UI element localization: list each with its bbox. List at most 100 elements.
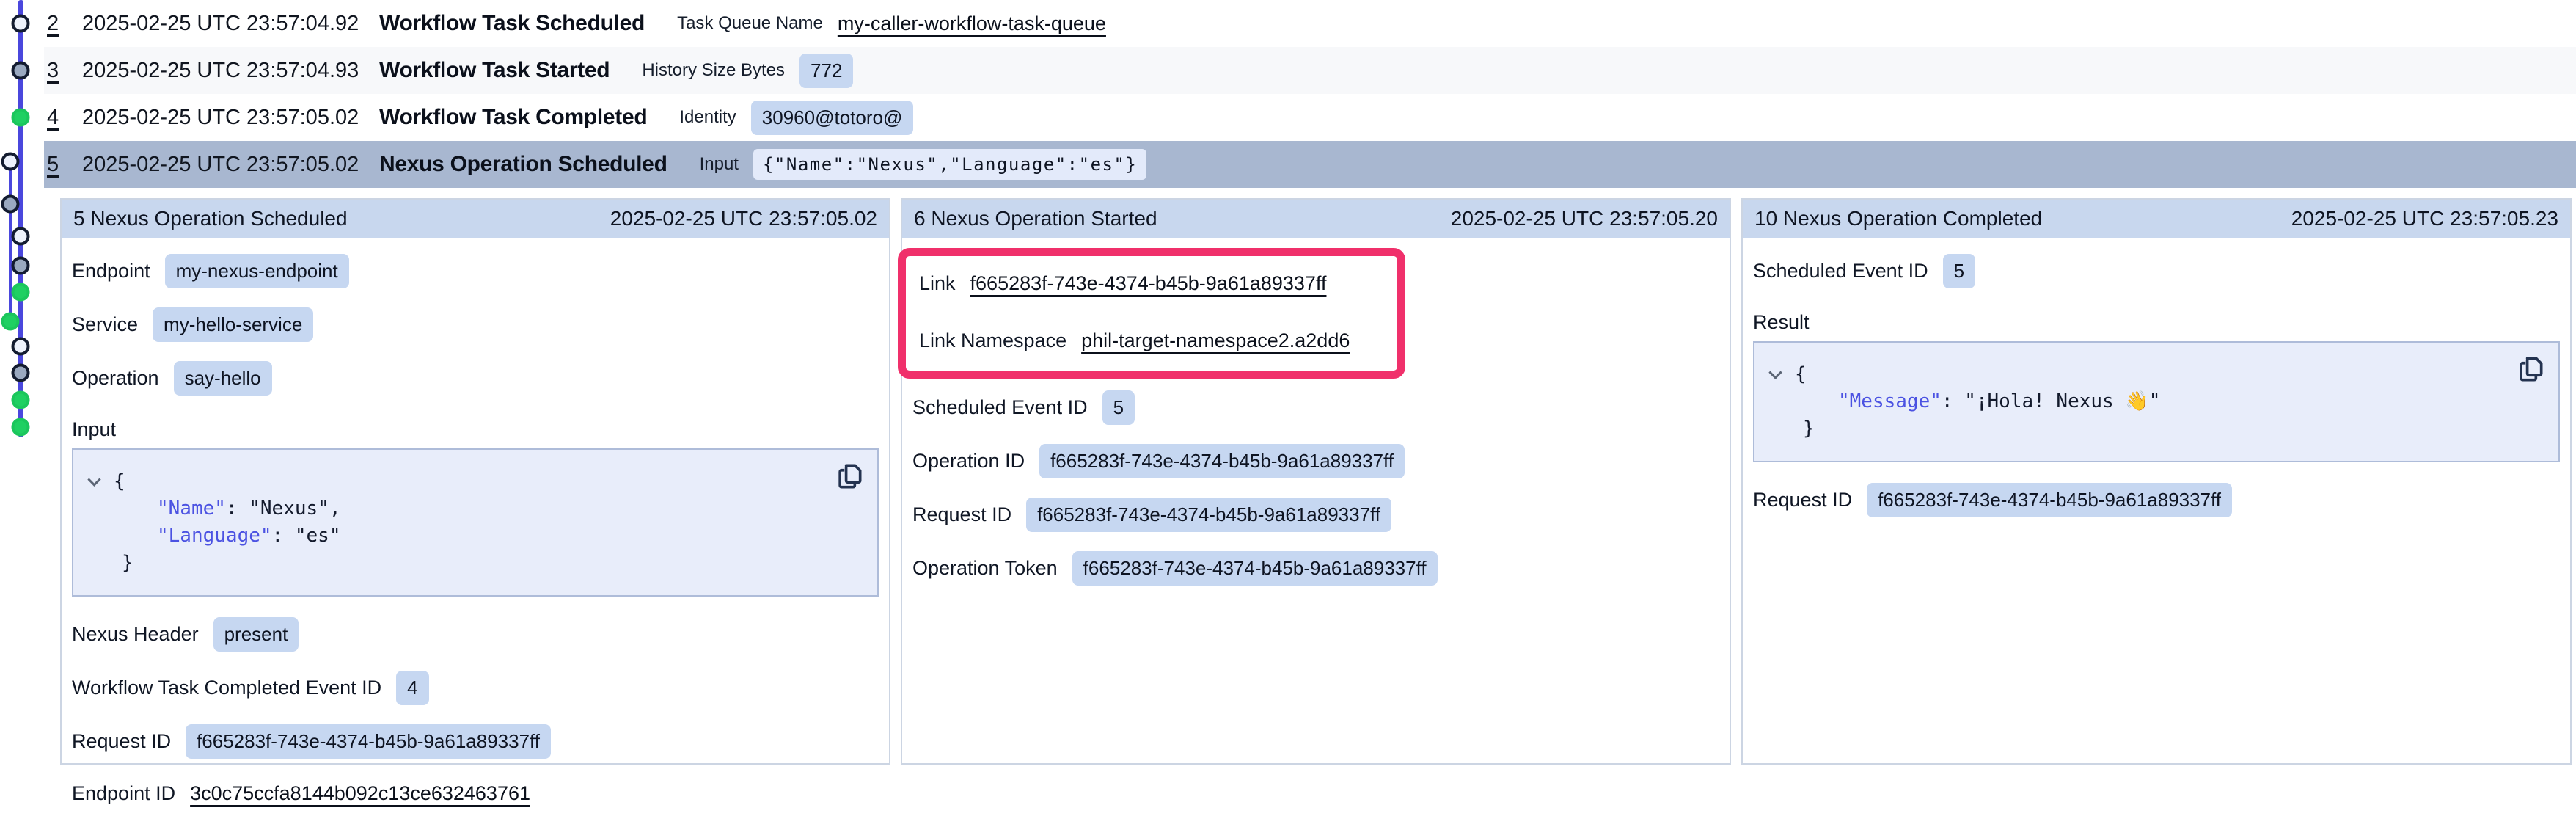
event-timestamp: 2025-02-25 UTC 23:57:04.92 bbox=[82, 12, 379, 36]
event-id-link[interactable]: 2 bbox=[47, 12, 82, 36]
event-row-5-selected[interactable]: 5 2025-02-25 UTC 23:57:05.02 Nexus Opera… bbox=[44, 141, 2576, 188]
event-detail-label: Task Queue Name bbox=[677, 13, 823, 34]
field-link-namespace: Link Namespace phil-target-namespace2.a2… bbox=[919, 325, 1380, 356]
field-value-chip: f665283f-743e-4374-b45b-9a61a89337ff bbox=[1026, 498, 1391, 532]
field-value-chip: 5 bbox=[1943, 254, 1975, 288]
timeline-dot bbox=[12, 391, 30, 409]
nexus-link[interactable]: f665283f-743e-4374-b45b-9a61a89337ff bbox=[970, 272, 1327, 295]
field-operation-id: Operation ID f665283f-743e-4374-b45b-9a6… bbox=[912, 444, 1719, 478]
timeline-dot bbox=[1, 153, 20, 171]
json-comma: , bbox=[329, 498, 341, 520]
field-value-chip: f665283f-743e-4374-b45b-9a61a89337ff bbox=[1072, 551, 1438, 586]
event-detail-value-chip: 30960@totoro@ bbox=[751, 101, 914, 135]
panel-body: Endpoint my-nexus-endpoint Service my-he… bbox=[62, 238, 889, 816]
timeline-dot bbox=[12, 338, 30, 356]
field-request-id: Request ID f665283f-743e-4374-b45b-9a61a… bbox=[72, 724, 879, 759]
field-link: Link f665283f-743e-4374-b45b-9a61a89337f… bbox=[919, 268, 1380, 299]
json-key: "Language" bbox=[157, 525, 272, 547]
json-close-brace: } bbox=[87, 550, 826, 577]
event-timestamp: 2025-02-25 UTC 23:57:05.02 bbox=[82, 106, 379, 130]
field-value-chip: present bbox=[213, 617, 299, 652]
json-value: "Nexus" bbox=[249, 498, 329, 520]
event-timestamp: 2025-02-25 UTC 23:57:04.93 bbox=[82, 59, 379, 83]
json-key: "Message" bbox=[1838, 390, 1942, 412]
field-label: Link Namespace bbox=[919, 329, 1066, 352]
copy-icon[interactable] bbox=[2514, 353, 2547, 385]
timeline-dot bbox=[12, 109, 30, 127]
json-colon: : bbox=[272, 525, 284, 547]
json-entry: "Name": "Nexus", bbox=[87, 495, 826, 522]
field-scheduled-event-id: Scheduled Event ID 5 bbox=[912, 390, 1719, 425]
input-json-viewer: { "Name": "Nexus", "Language": "es" } bbox=[72, 448, 879, 597]
event-detail-label: History Size Bytes bbox=[642, 60, 785, 81]
collapse-chevron-icon[interactable] bbox=[87, 473, 100, 486]
json-colon: : bbox=[226, 498, 238, 520]
json-close-brace: } bbox=[1768, 415, 2507, 442]
field-operation-token: Operation Token f665283f-743e-4374-b45b-… bbox=[912, 551, 1719, 586]
endpoint-id-link[interactable]: 3c0c75ccfa8144b092c13ce632463761 bbox=[190, 782, 530, 805]
timeline-dot bbox=[1, 313, 20, 331]
field-label: Operation Token bbox=[912, 557, 1058, 580]
event-id-link[interactable]: 3 bbox=[47, 59, 82, 83]
field-value-chip: f665283f-743e-4374-b45b-9a61a89337ff bbox=[1039, 444, 1405, 478]
json-open-line: { bbox=[87, 468, 826, 495]
timeline-dot bbox=[12, 227, 30, 246]
event-title: Workflow Task Scheduled bbox=[379, 11, 645, 36]
panel-nexus-operation-started: 6 Nexus Operation Started 2025-02-25 UTC… bbox=[901, 198, 1731, 765]
field-label: Request ID bbox=[1753, 489, 1852, 511]
field-value-chip: my-nexus-endpoint bbox=[165, 254, 349, 288]
field-workflow-task-completed-event-id: Workflow Task Completed Event ID 4 bbox=[72, 671, 879, 705]
event-detail-panels: 5 Nexus Operation Scheduled 2025-02-25 U… bbox=[60, 198, 2572, 765]
field-operation: Operation say-hello bbox=[72, 361, 879, 396]
panel-header: 10 Nexus Operation Completed 2025-02-25 … bbox=[1743, 200, 2570, 238]
timeline-dot bbox=[12, 283, 30, 302]
field-label: Endpoint bbox=[72, 260, 150, 283]
panel-timestamp: 2025-02-25 UTC 23:57:05.23 bbox=[2291, 207, 2558, 230]
field-scheduled-event-id: Scheduled Event ID 5 bbox=[1753, 254, 2560, 288]
link-namespace-link[interactable]: phil-target-namespace2.a2dd6 bbox=[1081, 329, 1350, 352]
event-row-3[interactable]: 3 2025-02-25 UTC 23:57:04.93 Workflow Ta… bbox=[44, 47, 2576, 94]
field-value-chip: f665283f-743e-4374-b45b-9a61a89337ff bbox=[1867, 483, 2232, 517]
field-label: Nexus Header bbox=[72, 623, 199, 646]
event-id-link[interactable]: 4 bbox=[47, 106, 82, 130]
json-value: "¡Hola! Nexus 👋" bbox=[1964, 390, 2160, 412]
field-label: Request ID bbox=[912, 503, 1011, 526]
panel-header: 6 Nexus Operation Started 2025-02-25 UTC… bbox=[902, 200, 1730, 238]
field-service: Service my-hello-service bbox=[72, 307, 879, 342]
panel-nexus-operation-completed: 10 Nexus Operation Completed 2025-02-25 … bbox=[1741, 198, 2572, 765]
event-timeline-rail bbox=[0, 0, 44, 514]
field-request-id: Request ID f665283f-743e-4374-b45b-9a61a… bbox=[1753, 483, 2560, 517]
event-rows: 2 2025-02-25 UTC 23:57:04.92 Workflow Ta… bbox=[44, 0, 2576, 188]
field-endpoint-id: Endpoint ID 3c0c75ccfa8144b092c13ce63246… bbox=[72, 778, 879, 809]
json-colon: : bbox=[1942, 390, 1953, 412]
json-entry: "Message": "¡Hola! Nexus 👋" bbox=[1768, 388, 2507, 415]
event-history-page: 2 2025-02-25 UTC 23:57:04.92 Workflow Ta… bbox=[0, 0, 2576, 773]
field-label: Workflow Task Completed Event ID bbox=[72, 677, 381, 699]
panel-header: 5 Nexus Operation Scheduled 2025-02-25 U… bbox=[62, 200, 889, 238]
collapse-chevron-icon[interactable] bbox=[1768, 365, 1782, 379]
field-endpoint: Endpoint my-nexus-endpoint bbox=[72, 254, 879, 288]
field-label: Scheduled Event ID bbox=[1753, 260, 1928, 283]
event-row-2[interactable]: 2 2025-02-25 UTC 23:57:04.92 Workflow Ta… bbox=[44, 0, 2576, 47]
result-json-viewer: { "Message": "¡Hola! Nexus 👋" } bbox=[1753, 341, 2560, 462]
task-queue-link[interactable]: my-caller-workflow-task-queue bbox=[838, 12, 1106, 35]
field-label: Operation bbox=[72, 367, 159, 390]
field-label: Service bbox=[72, 313, 138, 336]
json-open-brace: { bbox=[1795, 361, 1807, 388]
event-id-link[interactable]: 5 bbox=[47, 153, 82, 177]
panel-title: 5 Nexus Operation Scheduled bbox=[73, 207, 348, 230]
field-value-chip: 5 bbox=[1102, 390, 1135, 425]
copy-icon[interactable] bbox=[833, 460, 866, 492]
panel-timestamp: 2025-02-25 UTC 23:57:05.02 bbox=[610, 207, 877, 230]
field-label: Scheduled Event ID bbox=[912, 396, 1088, 419]
event-row-4[interactable]: 4 2025-02-25 UTC 23:57:05.02 Workflow Ta… bbox=[44, 94, 2576, 141]
json-key: "Name" bbox=[157, 498, 226, 520]
timeline-branch-line bbox=[9, 161, 12, 323]
event-title: Workflow Task Completed bbox=[379, 105, 647, 130]
field-nexus-header: Nexus Header present bbox=[72, 617, 879, 652]
timeline-dot bbox=[12, 418, 30, 437]
event-detail-label: Identity bbox=[679, 107, 736, 128]
field-value-chip: f665283f-743e-4374-b45b-9a61a89337ff bbox=[186, 724, 551, 759]
result-section-label: Result bbox=[1753, 307, 2560, 337]
json-open-line: { bbox=[1768, 361, 2507, 388]
